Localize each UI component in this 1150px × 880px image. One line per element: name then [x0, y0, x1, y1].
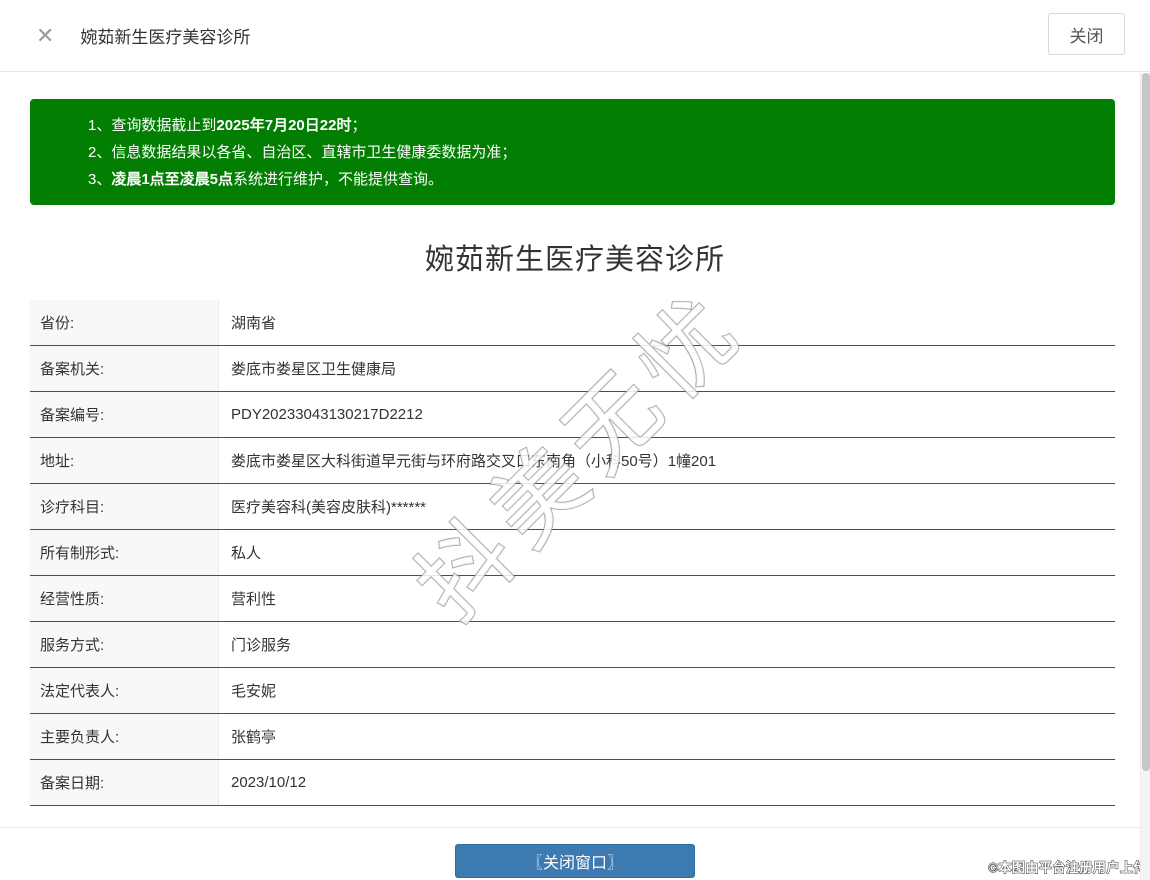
row-label: 所有制形式: — [30, 530, 219, 575]
window-header: ✕ 婉茹新生医疗美容诊所 关闭 — [0, 0, 1150, 72]
table-row-main-person-in-charge: 主要负责人: 张鹤亭 — [30, 714, 1115, 760]
row-value: 湖南省 — [219, 300, 1115, 345]
row-value: 张鹤亭 — [219, 714, 1115, 759]
table-row-filing-number: 备案编号: PDY20233043130217D2212 — [30, 392, 1115, 438]
row-label: 备案编号: — [30, 392, 219, 437]
notice-bold-text: 凌晨1点至凌晨5点 — [111, 170, 234, 188]
row-value: 私人 — [219, 530, 1115, 575]
notice-line-number: 1、 — [88, 116, 112, 134]
row-label: 备案机关: — [30, 346, 219, 391]
notice-text: 系统进行维护，不能提供查询。 — [233, 170, 444, 188]
notice-banner: 1、查询数据截止到2025年7月20日22时； 2、信息数据结果以各省、自治区、… — [30, 99, 1115, 205]
row-value: 营利性 — [219, 576, 1115, 621]
notice-line-number: 2、 — [88, 143, 112, 161]
table-row-ownership: 所有制形式: 私人 — [30, 530, 1115, 576]
close-window-button[interactable]: 〖关闭窗口〗 — [455, 844, 695, 878]
row-value: 2023/10/12 — [219, 760, 1115, 805]
window-title: 婉茹新生医疗美容诊所 — [80, 28, 251, 47]
page-footer: 〖关闭窗口〗 — [0, 827, 1150, 878]
notice-bold-text: 2025年7月20日22时 — [216, 116, 352, 134]
notice-text: 信息数据结果以各省、自治区、直辖市卫生健康委数据为准； — [111, 143, 517, 161]
notice-text: 查询数据截止到 — [111, 116, 217, 134]
row-value: 毛安妮 — [219, 668, 1115, 713]
scrollbar-thumb[interactable] — [1142, 73, 1150, 771]
row-label: 备案日期: — [30, 760, 219, 805]
close-icon[interactable]: ✕ — [36, 24, 54, 47]
notice-text: ； — [351, 116, 367, 134]
table-row-filing-date: 备案日期: 2023/10/12 — [30, 760, 1115, 806]
scrollbar-track[interactable] — [1140, 73, 1150, 880]
notice-line-number: 3、 — [88, 170, 112, 188]
notice-line-1: 1、查询数据截止到2025年7月20日22时； — [88, 112, 1115, 139]
table-row-province: 省份: 湖南省 — [30, 300, 1115, 346]
row-label: 法定代表人: — [30, 668, 219, 713]
row-value: 娄底市娄星区大科街道早元街与环府路交叉口东南角（小科50号）1幢201 — [219, 438, 1115, 483]
page-title: 婉茹新生医疗美容诊所 — [424, 244, 725, 276]
row-label: 服务方式: — [30, 622, 219, 667]
close-button[interactable]: 关闭 — [1048, 13, 1125, 55]
row-label: 省份: — [30, 300, 219, 345]
row-label: 地址: — [30, 438, 219, 483]
row-label: 主要负责人: — [30, 714, 219, 759]
row-value: 门诊服务 — [219, 622, 1115, 667]
table-row-legal-representative: 法定代表人: 毛安妮 — [30, 668, 1115, 714]
table-row-business-nature: 经营性质: 营利性 — [30, 576, 1115, 622]
table-row-service-mode: 服务方式: 门诊服务 — [30, 622, 1115, 668]
table-row-address: 地址: 娄底市娄星区大科街道早元街与环府路交叉口东南角（小科50号）1幢201 — [30, 438, 1115, 484]
notice-line-3: 3、凌晨1点至凌晨5点系统进行维护，不能提供查询。 — [88, 166, 1115, 193]
row-label: 诊疗科目: — [30, 484, 219, 529]
row-label: 经营性质: — [30, 576, 219, 621]
row-value: 医疗美容科(美容皮肤科)****** — [219, 484, 1115, 529]
table-row-filing-authority: 备案机关: 娄底市娄星区卫生健康局 — [30, 346, 1115, 392]
notice-line-2: 2、信息数据结果以各省、自治区、直辖市卫生健康委数据为准； — [88, 139, 1115, 166]
info-table: 省份: 湖南省 备案机关: 娄底市娄星区卫生健康局 备案编号: PDY20233… — [30, 300, 1115, 806]
row-value: 娄底市娄星区卫生健康局 — [219, 346, 1115, 391]
row-value: PDY20233043130217D2212 — [219, 392, 1115, 437]
table-row-treatment-subjects: 诊疗科目: 医疗美容科(美容皮肤科)****** — [30, 484, 1115, 530]
